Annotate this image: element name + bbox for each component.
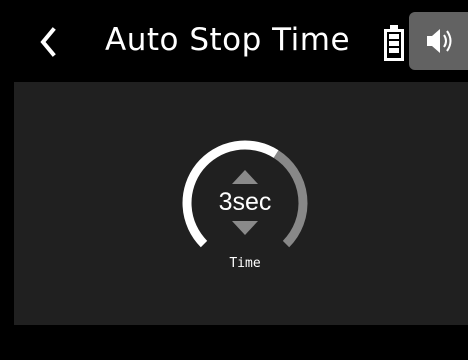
speaker-icon: [427, 29, 452, 53]
triangle-up-icon[interactable]: [232, 170, 258, 184]
page-title: Auto Stop Time: [105, 22, 351, 58]
setting-label: Time: [229, 256, 261, 271]
top-bar: Auto Stop Time: [0, 0, 468, 80]
speaker-button[interactable]: [409, 12, 468, 70]
back-button[interactable]: [26, 16, 74, 68]
triangle-down-icon[interactable]: [232, 221, 258, 235]
chevron-left-icon: [40, 27, 56, 57]
setting-value: 3sec: [218, 188, 272, 216]
battery-icon: [384, 25, 404, 61]
